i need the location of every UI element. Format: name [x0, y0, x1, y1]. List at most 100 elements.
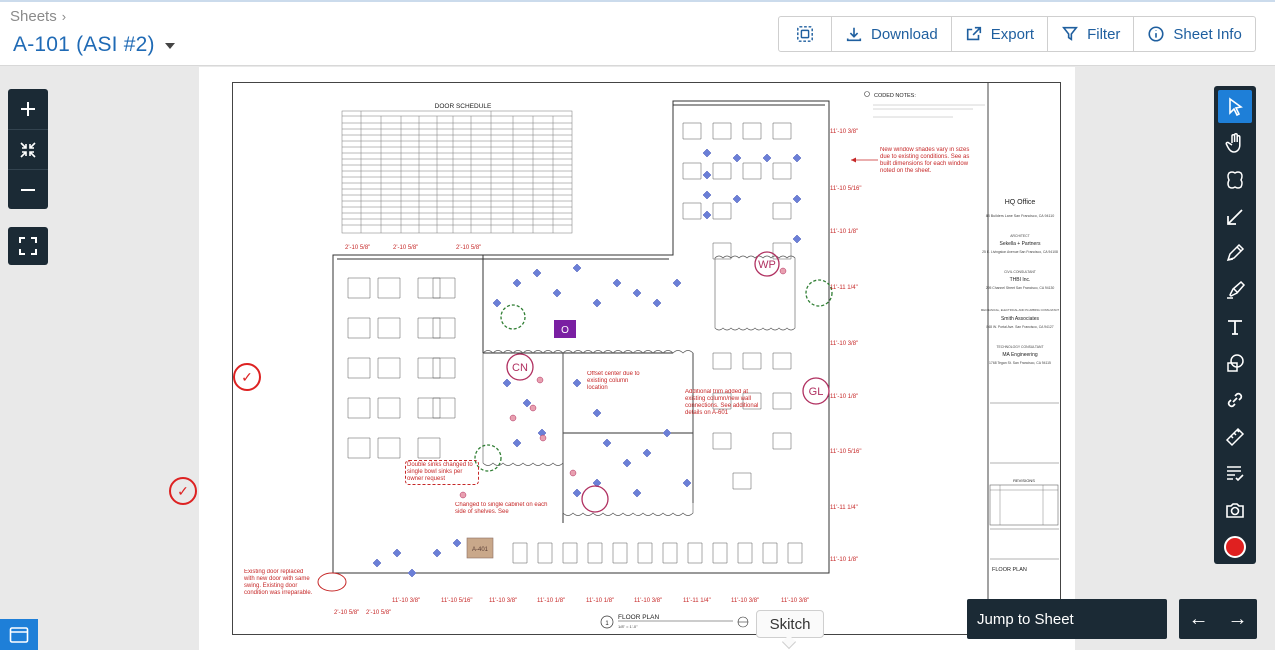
svg-text:11'-10 1/8": 11'-10 1/8" — [830, 557, 858, 563]
detail-tag-a401-label: A-401 — [472, 547, 489, 553]
door-schedule-table — [341, 110, 573, 234]
export-icon — [966, 26, 981, 41]
offset-center-note-box: Offset center due to existing column loc… — [587, 371, 640, 391]
sheet-info-button[interactable]: Sheet Info — [1134, 17, 1254, 51]
compare-icon — [797, 26, 813, 42]
stamp-o[interactable]: O — [554, 320, 576, 338]
stamp-cn-label: CN — [512, 362, 528, 374]
breadcrumb-sheets[interactable]: Sheets — [10, 8, 57, 25]
select-tool[interactable] — [1218, 90, 1252, 123]
color-picker[interactable] — [1218, 530, 1252, 563]
svg-text:2'-10 5/8": 2'-10 5/8" — [393, 245, 418, 251]
sheet-title[interactable]: A-101 (ASI #2) — [13, 33, 155, 57]
highlighter-icon — [1227, 280, 1246, 299]
svg-text:2'-10 5/8": 2'-10 5/8" — [456, 245, 481, 251]
shapes-icon — [1227, 354, 1244, 373]
svg-text:11'-10 3/8": 11'-10 3/8" — [731, 598, 759, 604]
fullscreen-icon — [19, 237, 37, 255]
ruler-icon — [1225, 427, 1245, 446]
hand-icon — [1225, 133, 1241, 153]
filter-button[interactable]: Filter — [1048, 17, 1135, 51]
compare-button[interactable] — [779, 17, 832, 51]
panel-toggle-button[interactable] — [0, 619, 38, 650]
bottom-dimensions: 2'-10 5/8" 2'-10 5/8" 11'-10 3/8" 11'-10… — [334, 598, 809, 616]
skitch-tooltip: Skitch — [756, 610, 824, 638]
download-button[interactable]: Download — [832, 17, 952, 51]
stamp-o-label: O — [561, 325, 569, 336]
checklist-tool[interactable] — [1218, 457, 1252, 490]
chevron-right-icon: › — [61, 9, 67, 24]
pen-tool[interactable] — [1218, 237, 1252, 270]
pointer-icon — [1229, 96, 1243, 116]
download-label: Download — [871, 25, 938, 43]
previous-sheet-arrow-icon[interactable]: ← — [1189, 608, 1209, 631]
measure-tool[interactable] — [1218, 420, 1252, 453]
window-shades-note: New window shades vary in sizes due to e… — [880, 147, 970, 174]
svg-text:11'-10 5/16": 11'-10 5/16" — [830, 186, 862, 192]
export-button[interactable]: Export — [952, 17, 1049, 51]
svg-text:11'-10 3/8": 11'-10 3/8" — [830, 129, 858, 135]
top-dimensions: 2'-10 5/8" 2'-10 5/8" 2'-10 5/8" — [345, 245, 481, 251]
sheet-title-selector[interactable]: A-101 (ASI #2) — [13, 33, 175, 57]
next-sheet-arrow-icon[interactable]: → — [1228, 608, 1248, 631]
page-header: Sheets › A-101 (ASI #2) Download Export — [0, 0, 1275, 66]
svg-text:11'-10 3/8": 11'-10 3/8" — [781, 598, 809, 604]
single-cabinet-note: Changed to single cabinet on each side o… — [455, 502, 548, 515]
checkmark-markup-icon[interactable]: ✓ — [233, 363, 261, 391]
tech-address: 1768 Tegan St. San Francisco, CA 94115 — [989, 361, 1051, 365]
door-cloud-marker[interactable] — [317, 572, 347, 592]
sheet-name: FLOOR PLAN — [992, 567, 1027, 573]
svg-text:11'-10 5/16": 11'-10 5/16" — [441, 598, 473, 604]
stamp-circle[interactable] — [581, 485, 609, 513]
project-address: 88 Builders Lane San Francisco, CA 94110 — [986, 214, 1054, 218]
stamp-cn[interactable]: CN — [506, 353, 534, 381]
pan-tool[interactable] — [1218, 127, 1252, 160]
fit-center-button[interactable] — [8, 129, 48, 169]
svg-text:11'-11 1/4": 11'-11 1/4" — [683, 598, 711, 604]
shapes-tool[interactable] — [1218, 347, 1252, 380]
floor-plan-drawing[interactable]: HQ Office 88 Builders Lane San Francisco… — [232, 82, 1061, 636]
right-dimensions: 11'-10 3/8" 11'-10 5/16" 11'-10 1/8" 11'… — [830, 129, 862, 563]
mep-label: MECHANICAL, ELECTRICAL AND PLUMBING CONS… — [981, 308, 1060, 312]
red-color-swatch — [1224, 535, 1246, 558]
fullscreen-button[interactable] — [8, 227, 48, 265]
stamp-gl[interactable]: GL — [802, 377, 830, 405]
zoom-in-button[interactable] — [8, 89, 48, 129]
offset-center-note: Offset center due to existing column loc… — [587, 371, 640, 391]
link-tool[interactable] — [1218, 384, 1252, 417]
svg-text:2'-10 5/8": 2'-10 5/8" — [334, 610, 359, 616]
sheet-navigation: ← → — [1179, 599, 1257, 639]
filter-icon — [1062, 26, 1079, 41]
plan-number: 1 — [605, 621, 609, 627]
additional-trim-note: Additional trim added at existing column… — [685, 389, 759, 416]
zoom-out-button[interactable] — [8, 169, 48, 209]
breadcrumb[interactable]: Sheets › — [10, 8, 66, 25]
door-schedule-title: DOOR SCHEDULE — [435, 103, 492, 110]
sheet-info-label: Sheet Info — [1173, 25, 1242, 43]
checkmark-markup-icon[interactable]: ✓ — [169, 477, 197, 505]
svg-text:11'-10 1/8": 11'-10 1/8" — [537, 598, 565, 604]
cloud-tool[interactable] — [1218, 163, 1252, 196]
caret-down-icon[interactable] — [164, 43, 175, 49]
green-dashed-markers[interactable] — [474, 279, 833, 472]
pen-icon — [1226, 244, 1245, 262]
existing-door-note-box: Existing door replaced with new door wit… — [244, 569, 312, 596]
detail-tag-a401[interactable]: A-401 — [466, 537, 494, 559]
cloud-shape-icon — [1227, 171, 1243, 189]
export-label: Export — [990, 25, 1035, 43]
window-icon — [9, 626, 29, 643]
svg-text:11'-10 3/8": 11'-10 3/8" — [830, 341, 858, 347]
jump-to-sheet-button[interactable]: Jump to Sheet — [967, 599, 1167, 639]
svg-text:11'-10 1/8": 11'-10 1/8" — [830, 229, 858, 235]
civil-label: CIVIL CONSULTANT — [1004, 270, 1036, 274]
tech-name: MA Engineering — [1002, 352, 1038, 358]
photo-tool[interactable] — [1218, 494, 1252, 527]
highlighter-tool[interactable] — [1218, 273, 1252, 306]
text-tool[interactable] — [1218, 310, 1252, 343]
arrow-tool[interactable] — [1218, 200, 1252, 233]
svg-text:11'-10 3/8": 11'-10 3/8" — [392, 598, 420, 604]
stamp-wp[interactable]: WP — [754, 251, 780, 277]
svg-text:11'-10 3/8": 11'-10 3/8" — [489, 598, 517, 604]
building-outline — [332, 100, 830, 574]
civil-name: THBI Inc. — [1010, 277, 1031, 283]
